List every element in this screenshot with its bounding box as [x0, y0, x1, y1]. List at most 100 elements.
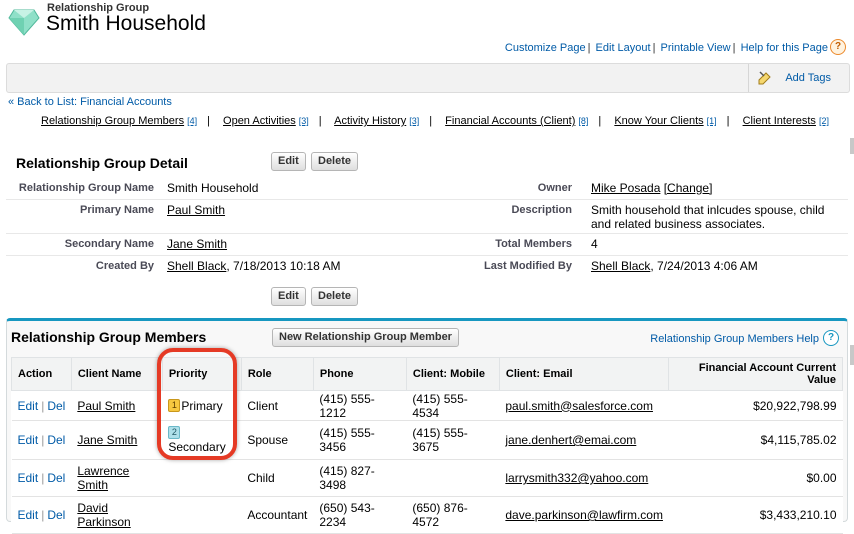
edit-button[interactable]: Edit: [271, 152, 306, 171]
help-icon[interactable]: ?: [830, 39, 846, 55]
table-row: Edit | Del Lawrence Smith Child (415) 827-3…: [11, 459, 843, 497]
email-link[interactable]: larrysmith332@yahoo.com: [505, 471, 648, 485]
edit-layout-link[interactable]: Edit Layout: [596, 42, 651, 54]
detail-row: Relationship Group Name Smith Household …: [6, 177, 848, 200]
secondary-name-link[interactable]: Jane Smith: [167, 237, 227, 251]
modified-date: , 7/24/2013 4:06 AM: [650, 259, 758, 273]
description-line-2: and related business associates.: [591, 217, 766, 231]
priority-badge-icon: 1: [168, 398, 181, 412]
delete-button[interactable]: Delete: [311, 152, 359, 171]
members-help-link[interactable]: Relationship Group Members Help: [650, 333, 819, 345]
members-help-icon[interactable]: ?: [823, 330, 839, 346]
col-mobile[interactable]: Client: Mobile: [405, 357, 500, 391]
scrollbar-thumb[interactable]: [850, 138, 854, 154]
value-cell: $20,922,798.99: [668, 390, 843, 421]
email-link[interactable]: dave.parkinson@lawfirm.com: [505, 508, 663, 522]
members-related-list: Relationship Group Members New Relations…: [6, 318, 848, 534]
del-link[interactable]: Del: [47, 433, 65, 447]
customize-page-link[interactable]: Customize Page: [505, 42, 586, 54]
created-by-label: Created By: [95, 260, 154, 272]
last-modified-label: Last Modified By: [483, 260, 572, 272]
phone-cell: (415) 555-3456: [313, 420, 407, 460]
detail-title: Relationship Group Detail: [16, 155, 188, 171]
role-cell: Spouse: [241, 420, 314, 460]
created-by-link[interactable]: Shell Black: [167, 259, 226, 273]
del-link[interactable]: Del: [47, 508, 65, 522]
related-link-client-interests[interactable]: Client Interests: [743, 115, 816, 127]
row-actions: Edit | Del: [11, 390, 72, 421]
client-name-link[interactable]: Lawrence Smith: [77, 464, 129, 492]
description-line-1: Smith household that inlcudes spouse, ch…: [591, 203, 825, 217]
help-for-page-link[interactable]: Help for this Page: [741, 42, 828, 54]
phone-cell: (415) 555-1212: [313, 390, 407, 421]
related-link-members[interactable]: Relationship Group Members: [41, 115, 184, 127]
scrollbar-thumb[interactable]: [850, 345, 854, 365]
back-to-list-link[interactable]: « Back to List: Financial Accounts: [8, 96, 172, 108]
role-cell: Client: [241, 390, 314, 421]
email-link[interactable]: paul.smith@salesforce.com: [505, 399, 653, 413]
edit-button-bottom[interactable]: Edit: [271, 287, 306, 306]
page-header: Relationship Group Smith Household Custo…: [0, 0, 854, 58]
row-actions: Edit | Del: [11, 459, 72, 497]
tag-pencil-icon[interactable]: [757, 70, 773, 86]
col-phone[interactable]: Phone: [312, 357, 407, 391]
row-actions: Edit | Del: [11, 420, 72, 460]
client-name-link[interactable]: David Parkinson: [77, 501, 130, 529]
email-cell: jane.denhert@emai.com: [499, 420, 669, 460]
related-link-financial-accounts[interactable]: Financial Accounts (Client): [445, 115, 575, 127]
related-link-know-your-clients[interactable]: Know Your Clients: [614, 115, 703, 127]
priority-cell: 2 Secondary: [162, 420, 242, 460]
edit-link[interactable]: Edit: [18, 433, 39, 447]
owner-label: Owner: [537, 182, 572, 194]
new-member-button[interactable]: New Relationship Group Member: [272, 328, 459, 347]
related-link-open-activities[interactable]: Open Activities: [223, 115, 296, 127]
col-priority[interactable]: Priority: [161, 357, 242, 391]
page-title: Smith Household: [46, 12, 206, 35]
primary-name-link[interactable]: Paul Smith: [167, 203, 225, 217]
modified-by-link[interactable]: Shell Black: [591, 259, 650, 273]
del-link[interactable]: Del: [47, 399, 65, 413]
col-role[interactable]: Role: [240, 357, 314, 391]
related-link-activity-history[interactable]: Activity History: [334, 115, 406, 127]
col-client-name[interactable]: Client Name: [70, 357, 163, 391]
mobile-cell: [406, 459, 500, 497]
secondary-name-label: Secondary Name: [64, 238, 154, 250]
printable-view-link[interactable]: Printable View: [661, 42, 731, 54]
group-name-label: Relationship Group Name: [18, 182, 154, 194]
client-name-link[interactable]: Jane Smith: [77, 433, 137, 447]
header-links: Customize Page | Edit Layout | Printable V…: [504, 42, 828, 54]
owner-change-link[interactable]: [Change]: [664, 181, 713, 195]
email-cell: paul.smith@salesforce.com: [499, 390, 669, 421]
edit-link[interactable]: Edit: [18, 508, 39, 522]
role-cell: Child: [241, 459, 314, 497]
client-name-cell: Paul Smith: [71, 390, 163, 421]
table-row: Edit | Del Paul Smith 1 Primary Client (415…: [11, 390, 843, 421]
email-cell: larrysmith332@yahoo.com: [499, 459, 669, 497]
created-date: , 7/18/2013 10:18 AM: [226, 259, 341, 273]
delete-button-bottom[interactable]: Delete: [311, 287, 359, 306]
created-by-value: Shell Black, 7/18/2013 10:18 AM: [167, 259, 340, 273]
client-name-link[interactable]: Paul Smith: [77, 399, 135, 413]
members-title: Relationship Group Members: [11, 329, 207, 345]
del-link[interactable]: Del: [47, 471, 65, 485]
priority-badge-icon: 2: [168, 426, 181, 439]
relationship-group-diamond-icon: [8, 9, 40, 36]
table-header-row: Action Client Name Priority Role Phone C…: [11, 357, 843, 391]
detail-row: Created By Shell Black, 7/18/2013 10:18 …: [6, 255, 848, 277]
edit-link[interactable]: Edit: [18, 471, 39, 485]
mobile-cell: (415) 555-3675: [406, 420, 500, 460]
description-label: Description: [511, 204, 572, 216]
col-action[interactable]: Action: [11, 357, 72, 391]
col-financial-value[interactable]: Financial Account Current Value: [668, 357, 843, 391]
group-name-value: Smith Household: [167, 181, 259, 195]
col-email[interactable]: Client: Email: [498, 357, 670, 391]
client-name-cell: Jane Smith: [71, 420, 163, 460]
edit-link[interactable]: Edit: [18, 399, 39, 413]
add-tags-link[interactable]: Add Tags: [785, 72, 831, 84]
detail-section: Relationship Group Detail Edit Delete Re…: [6, 143, 848, 311]
owner-link[interactable]: Mike Posada: [591, 181, 660, 195]
total-members-value: 4: [591, 237, 598, 251]
priority-cell: [162, 459, 242, 497]
email-link[interactable]: jane.denhert@emai.com: [505, 433, 636, 447]
related-list-links: Relationship Group Members [4] | Open Acti…: [41, 115, 829, 127]
